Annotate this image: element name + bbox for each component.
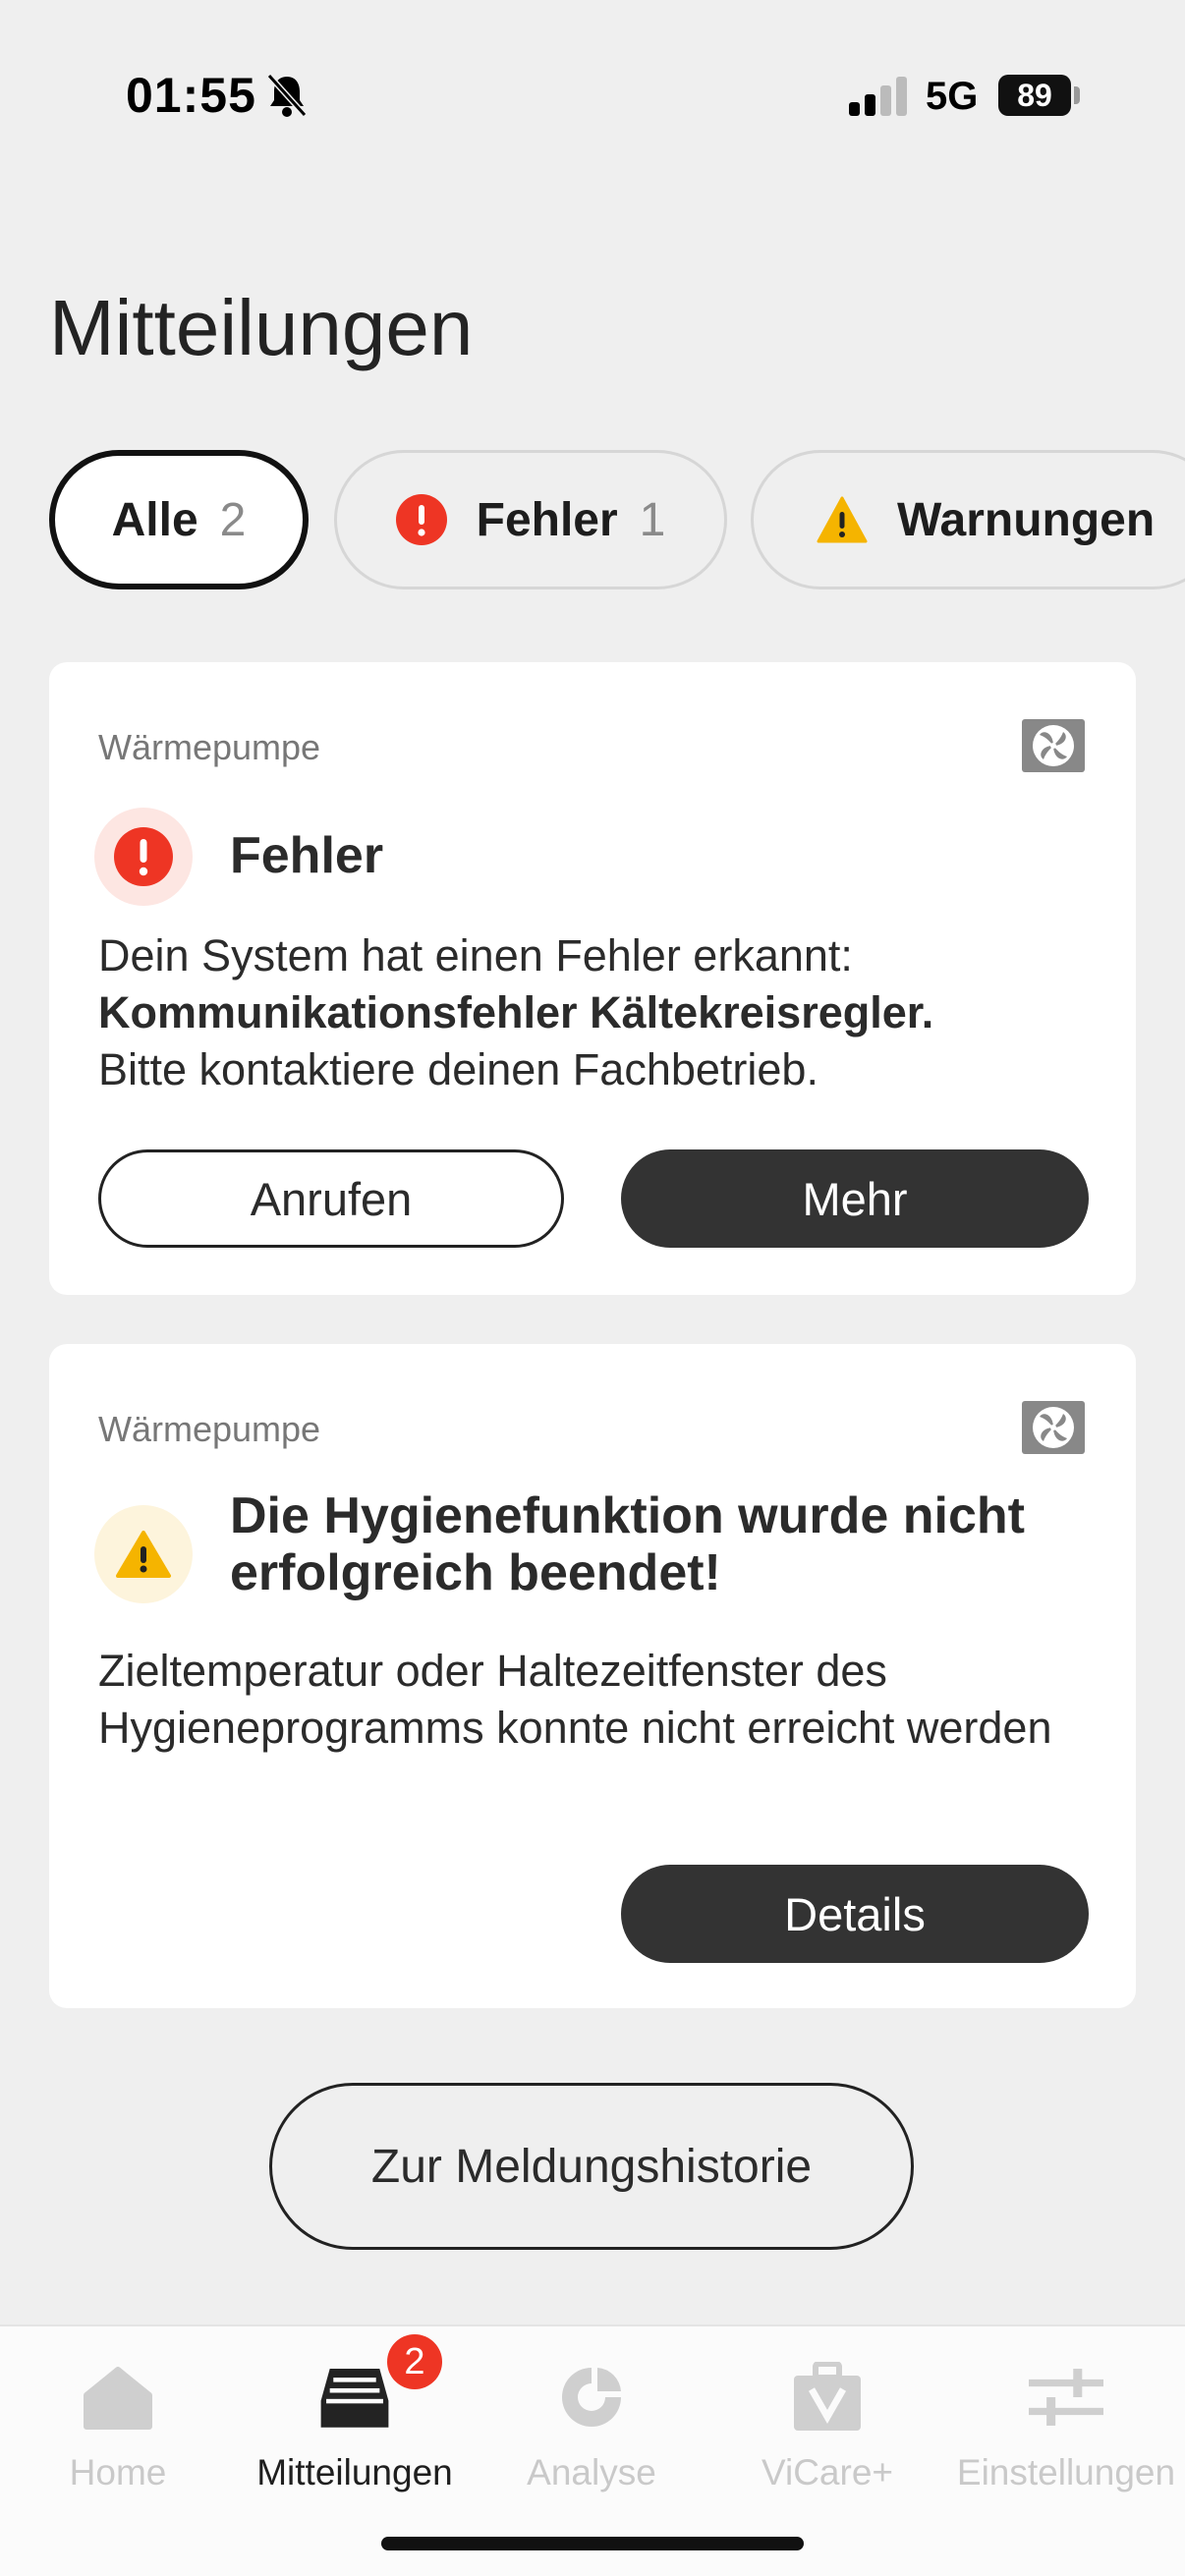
tab-label: Mitteilungen [256,2452,453,2492]
filter-chip-label: Warnungen [897,493,1156,546]
tab-vicare-plus[interactable]: ViCare+ [709,2340,945,2507]
message-history-button[interactable]: Zur Meldungshistorie [269,2083,914,2250]
tab-home[interactable]: Home [0,2340,236,2507]
tab-label: ViCare+ [761,2452,894,2492]
home-indicator [381,2537,804,2550]
sliders-icon [1029,2369,1103,2426]
call-button[interactable]: Anrufen [98,1149,564,1248]
card-body-error-name: Kommunikationsfehler Kältekreisregler. [98,987,934,1037]
notification-card-warning: Wärmepumpe Die Hygienefunktion wurde nic… [49,1344,1136,2008]
status-bar: 01:55 5G 89 [0,0,1185,147]
error-icon [114,827,173,886]
card-body: Dein System hat einen Fehler erkannt: Ko… [98,927,1087,1098]
tab-label: Home [69,2452,167,2492]
analyse-icon [562,2368,621,2427]
filter-chip-label: Fehler [476,493,618,546]
filter-chip-alle[interactable]: Alle 2 [49,450,309,589]
battery-level: 89 [998,75,1071,116]
card-device-name: Wärmepumpe [98,727,321,767]
more-button[interactable]: Mehr [621,1149,1089,1248]
tab-analyse[interactable]: Analyse [474,2340,709,2507]
bell-off-icon [266,73,308,118]
tab-label: Analyse [527,2452,656,2492]
warning-icon [817,496,868,543]
card-body-outro: Bitte kontaktiere deinen Fachbetrieb. [98,1044,818,1094]
network-type: 5G [926,75,979,118]
page-title: Mitteilungen [49,284,474,371]
filter-chip-count: 2 [219,493,247,546]
vicare-plus-icon [794,2362,861,2431]
error-status-icon [94,808,193,906]
heat-pump-fan-icon [1022,719,1085,772]
tab-einstellungen[interactable]: Einstellungen [948,2340,1184,2507]
notification-card-error: Wärmepumpe Fehler Dein System hat einen … [49,662,1136,1295]
filter-chip-warnungen[interactable]: Warnungen [751,450,1185,589]
status-time: 01:55 [126,68,256,123]
heat-pump-fan-icon [1022,1401,1085,1454]
home-icon [84,2367,152,2430]
card-title: Die Hygienefunktion wurde nicht erfolgre… [230,1487,1025,1601]
card-body: Zieltemperatur oder Haltezeitfenster des… [98,1646,1052,1753]
warning-icon [116,1531,171,1578]
details-button[interactable]: Details [621,1865,1089,1963]
card-title: Fehler [230,827,384,884]
inbox-icon [320,2369,389,2428]
card-body-intro: Dein System hat einen Fehler erkannt: [98,930,853,980]
notification-badge: 2 [387,2334,442,2389]
filter-chip-label: Alle [111,493,198,546]
filter-chip-count: 1 [639,493,666,546]
error-icon [395,494,447,545]
signal-icon [849,77,907,116]
tab-label: Einstellungen [956,2452,1176,2492]
warning-status-icon [94,1505,193,1603]
filter-chip-fehler[interactable]: Fehler 1 [334,450,727,589]
card-device-name: Wärmepumpe [98,1409,321,1449]
battery-cap [1074,86,1080,104]
